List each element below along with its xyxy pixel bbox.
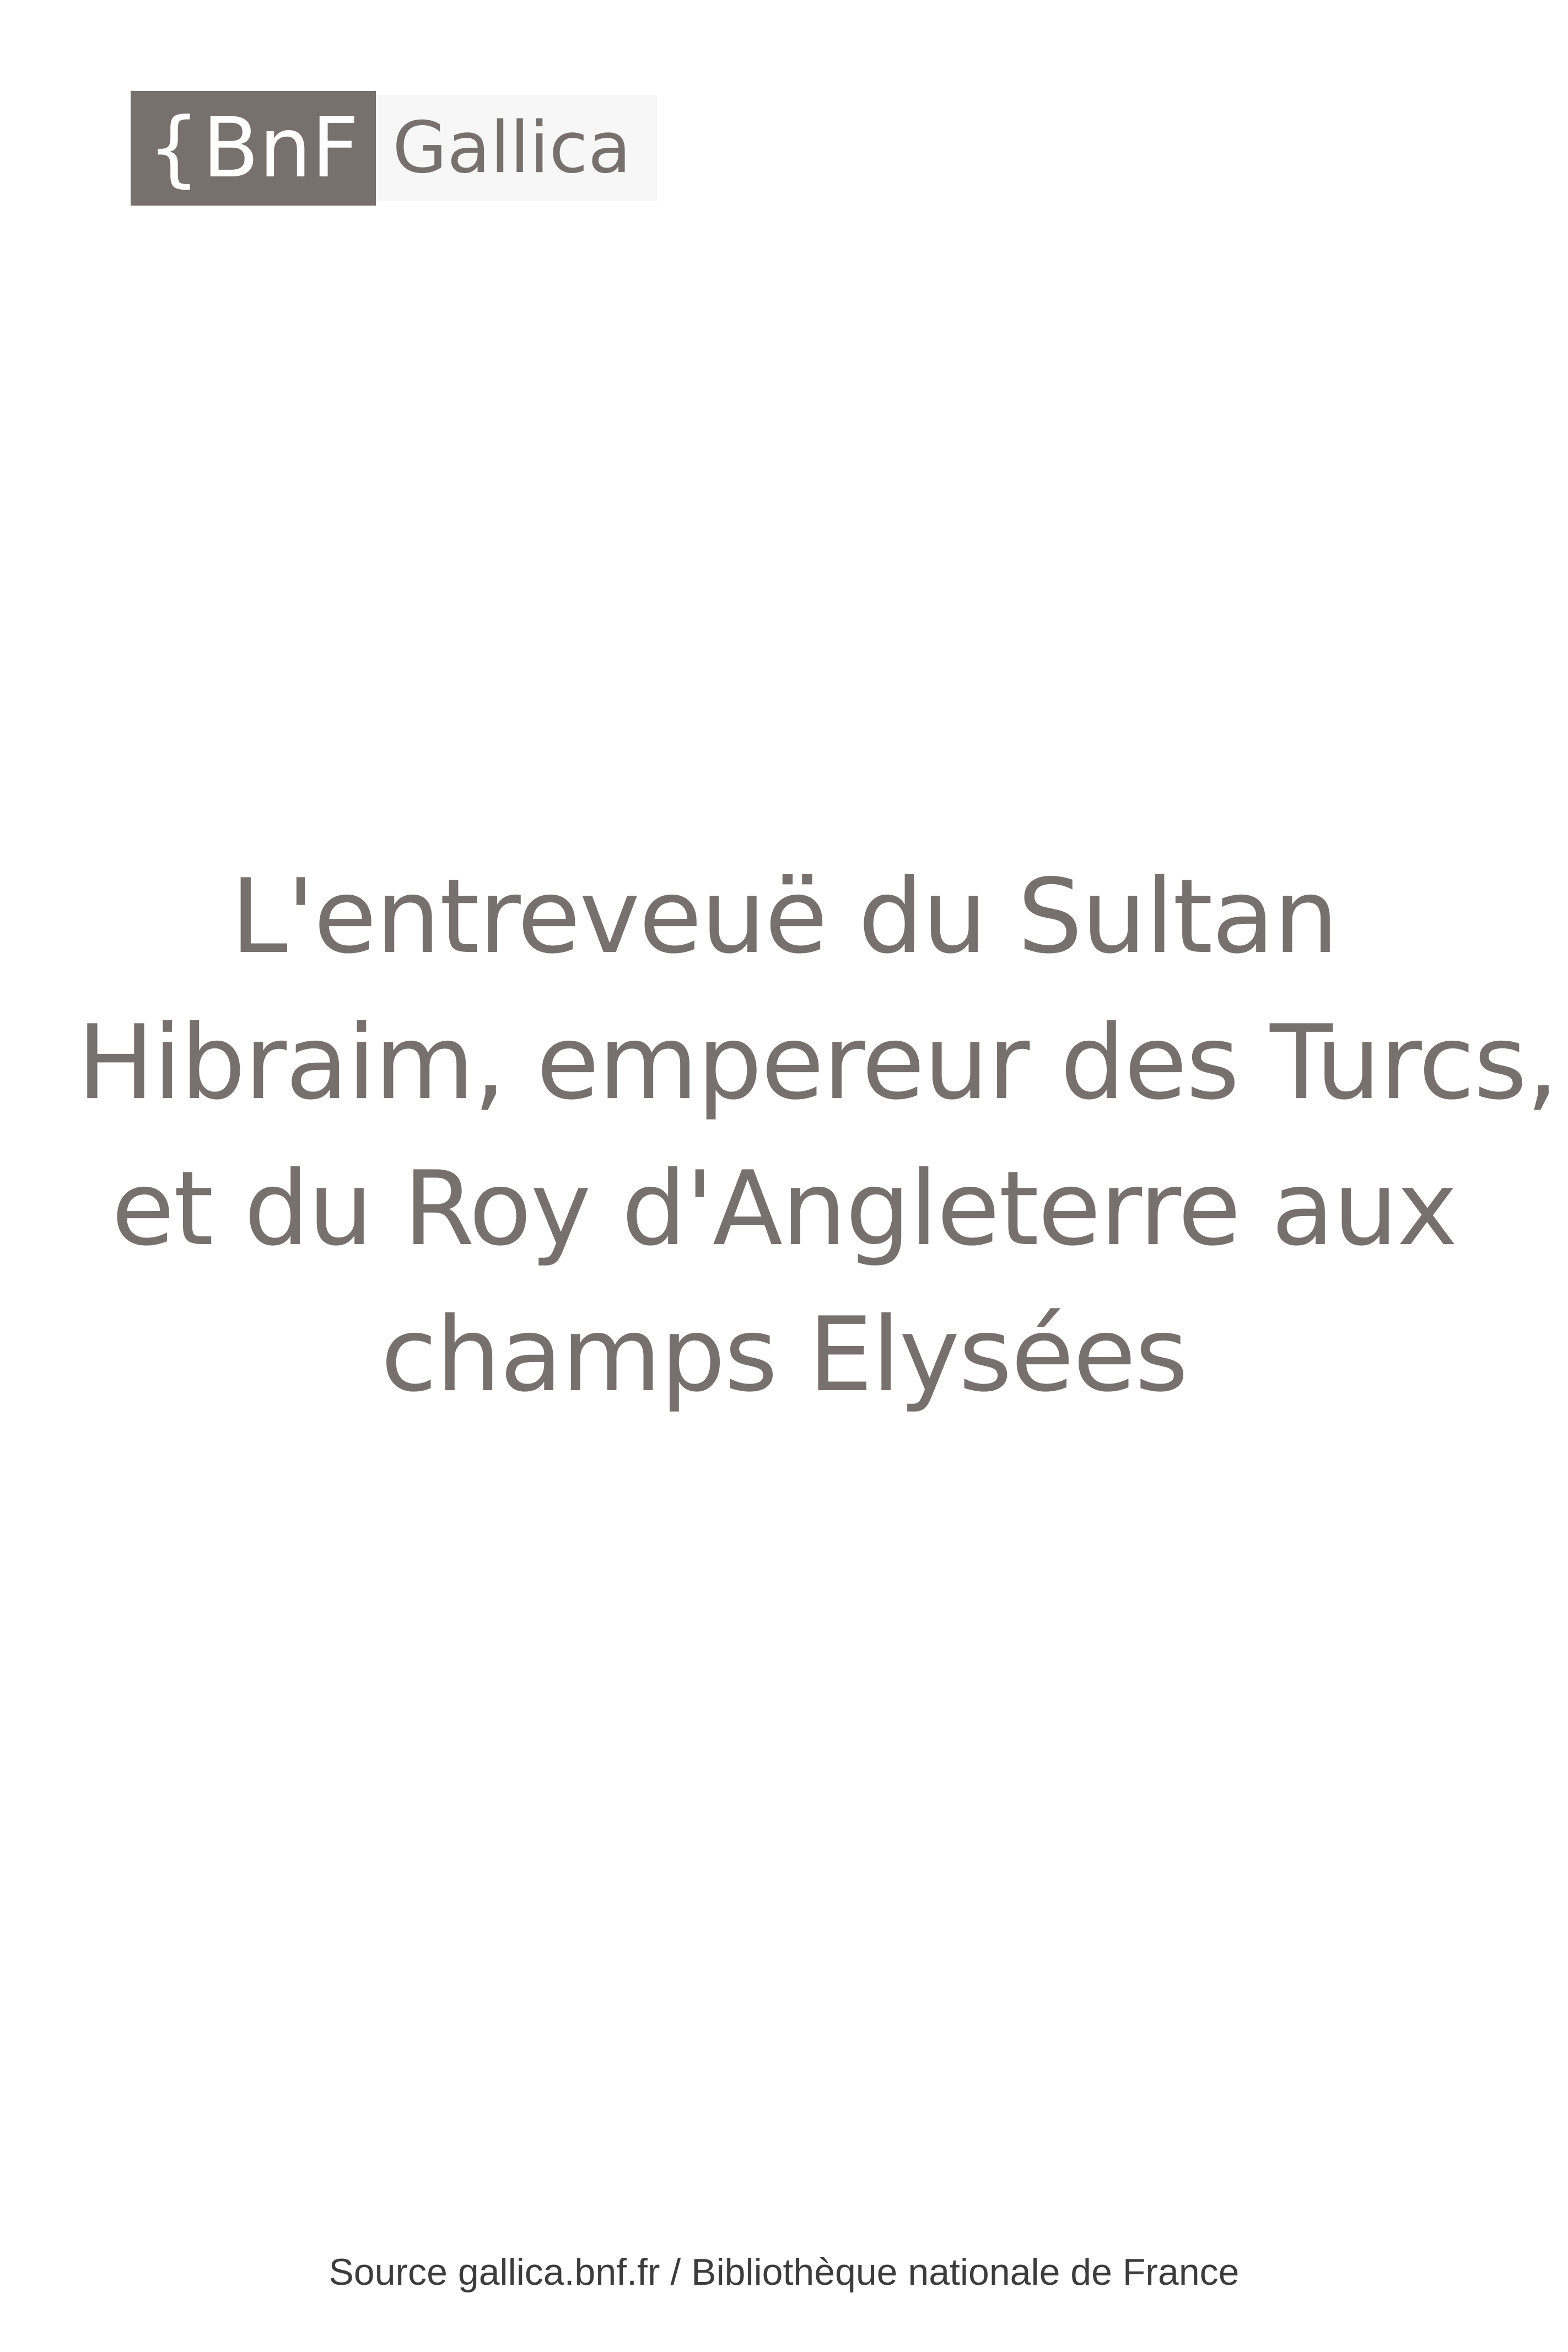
title-line: champs Elysées <box>380 1295 1188 1414</box>
gallica-logo-block: Gallica <box>376 95 657 201</box>
title-line: L'entreveuë du Sultan <box>230 857 1338 976</box>
title-line: et du Roy d'Angleterre aux <box>111 1149 1457 1268</box>
bnf-logo-text: {BnF <box>148 107 359 190</box>
document-page: {BnF Gallica L'entreveuë du Sultan Hibra… <box>0 0 1568 2352</box>
document-title: L'entreveuë du Sultan Hibraim, empereur … <box>77 843 1559 1428</box>
source-footer: Source gallica.bnf.fr / Bibliothèque nat… <box>328 2251 1240 2293</box>
bnf-gallica-logo[interactable]: {BnF Gallica <box>131 91 657 206</box>
gallica-label: Gallica <box>392 107 632 189</box>
bnf-logo-block: {BnF <box>131 91 376 206</box>
bnf-brace-glyph: { <box>147 100 201 196</box>
title-line: Hibraim, empereur des Turcs, <box>77 1003 1559 1122</box>
bnf-label: BnF <box>202 100 359 196</box>
